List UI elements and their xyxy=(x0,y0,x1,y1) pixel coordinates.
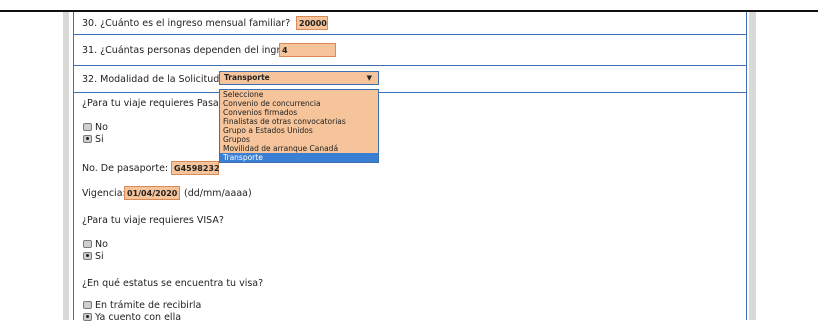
visa-pending-label: En trámite de recibirla xyxy=(95,300,202,311)
dropdown-option[interactable]: Movilidad de arranque Canadá xyxy=(220,144,378,153)
modality-dropdown: Seleccione Convenio de concurrencia Conv… xyxy=(219,89,379,163)
application-form: 30. ¿Cuánto es el ingreso mensual famili… xyxy=(73,12,747,323)
passport-no-radio[interactable] xyxy=(83,123,92,131)
question-32-label: 32. Modalidad de la Solicitud xyxy=(82,74,220,85)
dependents-input[interactable]: 4 xyxy=(279,43,336,57)
left-gutter xyxy=(63,12,69,320)
passport-si-radio[interactable] xyxy=(83,135,92,143)
dropdown-option[interactable]: Seleccione xyxy=(220,90,378,99)
visa-status-question: ¿En qué estatus se encuentra tu visa? xyxy=(82,278,264,289)
chevron-down-icon: ▼ xyxy=(366,74,372,82)
visa-no-radio[interactable] xyxy=(83,240,92,248)
passport-number-input[interactable]: G4598232 xyxy=(171,161,220,175)
modality-selected-value: Transporte xyxy=(224,73,270,82)
dropdown-option-selected[interactable]: Transporte xyxy=(220,153,378,162)
dropdown-option[interactable]: Convenio de concurrencia xyxy=(220,99,378,108)
dropdown-option[interactable]: Grupos xyxy=(220,135,378,144)
visa-question: ¿Para tu viaje requieres VISA? xyxy=(82,215,224,226)
dropdown-option[interactable]: Finalistas de otras convocatorias xyxy=(220,117,378,126)
dropdown-option[interactable]: Grupo a Estados Unidos xyxy=(220,126,378,135)
visa-have-label: Ya cuento con ella xyxy=(95,312,182,323)
validity-label: Vigencia: xyxy=(82,188,126,199)
passport-no-label: No xyxy=(95,122,108,133)
visa-si-label: Si xyxy=(95,251,104,262)
question-31-row: 31. ¿Cuántas personas dependen del ingre… xyxy=(74,34,746,66)
question-32-row: 32. Modalidad de la Solicitud xyxy=(74,65,746,93)
modality-select[interactable]: Transporte ▼ xyxy=(219,71,379,85)
dropdown-option[interactable]: Convenios firmados xyxy=(220,108,378,117)
validity-format: (dd/mm/aaaa) xyxy=(184,188,252,199)
visa-pending-radio[interactable] xyxy=(83,301,92,309)
visa-no-label: No xyxy=(95,239,108,250)
validity-input[interactable]: 01/04/2020 xyxy=(124,186,180,200)
visa-si-radio[interactable] xyxy=(83,252,92,260)
income-input[interactable]: 20000 xyxy=(296,16,328,30)
passport-si-label: Si xyxy=(95,134,104,145)
question-31-label: 31. ¿Cuántas personas dependen del ingre… xyxy=(82,45,302,56)
right-gutter xyxy=(749,12,756,320)
question-30-label: 30. ¿Cuánto es el ingreso mensual famili… xyxy=(82,18,291,29)
passport-question: ¿Para tu viaje requieres Pasa xyxy=(82,98,219,109)
question-30-row: 30. ¿Cuánto es el ingreso mensual famili… xyxy=(74,12,746,35)
passport-number-label: No. De pasaporte: xyxy=(82,163,169,174)
